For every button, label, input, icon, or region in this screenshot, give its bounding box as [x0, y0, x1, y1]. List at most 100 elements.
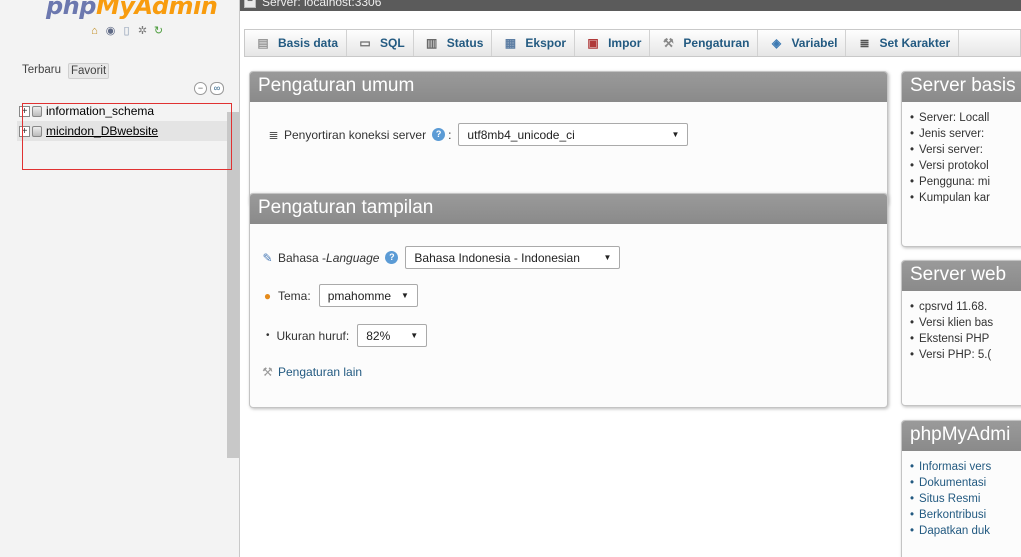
- language-icon: ✎: [262, 250, 273, 265]
- pma-info-list: Informasi vers Dokumentasi Situs Resmi B…: [902, 451, 1021, 541]
- nav-icon-bar: ⌂ ◉ ▯ ✲ ↻: [88, 24, 165, 38]
- collapse-all-icon[interactable]: −: [194, 82, 207, 95]
- font-size-value: 82%: [366, 328, 391, 343]
- panel-title: Pengaturan tampilan: [250, 194, 887, 224]
- server-breadcrumb-bar: − Server: localhost:3306: [240, 0, 1021, 11]
- panel-title: Pengaturan umum: [250, 72, 887, 102]
- theme-row: ● Tema: pmahomme ▼: [260, 284, 418, 307]
- chevron-down-icon: ▼: [671, 130, 680, 139]
- chevron-down-icon: ▼: [410, 331, 419, 340]
- appearance-settings-panel: Pengaturan tampilan ✎ Bahasa - Language …: [249, 193, 888, 408]
- tab-label: Pengaturan: [683, 36, 750, 50]
- export-icon: ▦: [504, 36, 517, 50]
- general-settings-panel: Pengaturan umum ≣ Penyortiran koneksi se…: [249, 71, 888, 206]
- import-icon: ▣: [587, 36, 599, 50]
- navigation-panel: phpMyAdmin ⌂ ◉ ▯ ✲ ↻ Terbaru Favorit − ∞…: [0, 0, 240, 557]
- list-item: Pengguna: mi: [910, 176, 1021, 192]
- help-icon[interactable]: ?: [432, 128, 446, 141]
- language-value: Bahasa Indonesia - Indonesian: [414, 250, 580, 265]
- font-size-select[interactable]: 82% ▼: [357, 324, 428, 347]
- list-item: Jenis server:: [910, 128, 1021, 144]
- charset-icon: ≣: [859, 36, 870, 50]
- list-item: cpsrvd 11.68.: [910, 301, 1021, 317]
- tab-recent[interactable]: Terbaru: [20, 63, 63, 79]
- list-item: Versi protokol: [910, 160, 1021, 176]
- tab-label: SQL: [380, 36, 405, 50]
- settings-icon[interactable]: ✲: [136, 24, 149, 37]
- chevron-down-icon: ▼: [401, 291, 409, 300]
- variables-icon: ◈: [771, 36, 782, 50]
- list-item: Versi klien bas: [910, 317, 1021, 333]
- tab-export[interactable]: ▦ Ekspor: [492, 30, 576, 56]
- get-support-link[interactable]: Dapatkan duk: [910, 525, 1021, 541]
- sql-icon: ▭: [359, 36, 371, 50]
- collation-select[interactable]: utf8mb4_unicode_ci ▼: [458, 123, 689, 146]
- panel-title: Server basis: [902, 72, 1021, 102]
- list-icon: ≣: [268, 127, 279, 142]
- tab-sql[interactable]: ▭ SQL: [347, 30, 414, 56]
- more-settings-row: ⚒ Pengaturan lain: [260, 364, 362, 379]
- reload-icon[interactable]: ↻: [152, 24, 165, 37]
- main-menu: ▤ Basis data ▭ SQL ▥ Status ▦ Ekspor ▣ I…: [244, 29, 1021, 57]
- theme-select[interactable]: pmahomme ▼: [318, 284, 418, 307]
- list-item: Server: Locall: [910, 112, 1021, 128]
- language-label: Bahasa -: [278, 250, 327, 265]
- link-with-main-icon[interactable]: ∞: [210, 82, 224, 95]
- wrench-icon: ⚒: [262, 364, 273, 379]
- query-window-icon[interactable]: ▯: [120, 24, 133, 37]
- panel-title: phpMyAdmi: [902, 421, 1021, 451]
- tab-charset[interactable]: ≣ Set Karakter: [846, 30, 960, 56]
- font-size-label: Ukuran huruf:: [276, 328, 350, 343]
- breadcrumb[interactable]: Server: localhost:3306: [262, 0, 381, 9]
- webserver-info-list: cpsrvd 11.68. Versi klien bas Ekstensi P…: [902, 291, 1021, 365]
- language-row: ✎ Bahasa - Language ? Bahasa Indonesia -…: [260, 246, 621, 269]
- panel-title: Server web: [902, 261, 1021, 291]
- language-label-english: Language: [326, 250, 380, 265]
- font-size-row: • Ukuran huruf: 82% ▼: [262, 324, 428, 347]
- list-item: Versi PHP: 5.(: [910, 349, 1021, 365]
- annotation-highlight-box: [22, 103, 232, 170]
- phpmyadmin-logo[interactable]: phpMyAdmin: [46, 0, 218, 20]
- tab-favorite[interactable]: Favorit: [68, 63, 110, 79]
- wrench-icon: ⚒: [663, 36, 674, 50]
- list-item: Kumpulan kar: [910, 192, 1021, 208]
- collation-label: Penyortiran koneksi server: [284, 127, 427, 142]
- tab-databases[interactable]: ▤ Basis data: [245, 30, 348, 56]
- more-settings-link[interactable]: Pengaturan lain: [278, 365, 362, 379]
- theme-label: Tema:: [278, 288, 311, 303]
- tab-variables[interactable]: ◈ Variabel: [758, 30, 847, 56]
- phpmyadmin-info-panel: phpMyAdmi Informasi vers Dokumentasi Sit…: [901, 420, 1021, 557]
- tab-label: Set Karakter: [879, 36, 951, 50]
- database-server-panel: Server basis Server: Locall Jenis server…: [901, 71, 1021, 247]
- theme-value: pmahomme: [327, 288, 392, 303]
- tab-label: Variabel: [791, 36, 838, 50]
- version-info-link[interactable]: Informasi vers: [910, 461, 1021, 477]
- collation-row: ≣ Penyortiran koneksi server ? : utf8mb4…: [266, 123, 689, 146]
- list-item: Ekstensi PHP: [910, 333, 1021, 349]
- theme-icon: ●: [263, 288, 272, 303]
- help-icon[interactable]: ?: [385, 251, 399, 264]
- language-select[interactable]: Bahasa Indonesia - Indonesian ▼: [405, 246, 621, 269]
- collapse-nav-icon[interactable]: −: [244, 0, 256, 8]
- contribute-link[interactable]: Berkontribusi: [910, 509, 1021, 525]
- tab-label: Ekspor: [525, 36, 567, 50]
- tab-label: Basis data: [278, 36, 339, 50]
- tab-status[interactable]: ▥ Status: [414, 30, 493, 56]
- logout-icon[interactable]: ◉: [104, 24, 117, 37]
- database-icon: ▤: [257, 36, 269, 50]
- official-site-link[interactable]: Situs Resmi: [910, 493, 1021, 509]
- tab-label: Status: [446, 36, 484, 50]
- logo-php-text: php: [46, 0, 96, 20]
- documentation-link[interactable]: Dokumentasi: [910, 477, 1021, 493]
- bullet-icon: •: [266, 330, 270, 341]
- collation-value: utf8mb4_unicode_ci: [467, 127, 575, 142]
- logo-myadmin-text: MyAdmin: [95, 0, 218, 20]
- chevron-down-icon: ▼: [603, 253, 612, 262]
- tab-import[interactable]: ▣ Impor: [575, 30, 651, 56]
- tree-controls: − ∞: [194, 82, 224, 95]
- home-icon[interactable]: ⌂: [88, 24, 101, 37]
- nav-tabs: Terbaru Favorit: [20, 63, 110, 79]
- tab-label: Impor: [608, 36, 642, 50]
- tab-settings[interactable]: ⚒ Pengaturan: [650, 30, 759, 56]
- list-item: Versi server:: [910, 144, 1021, 160]
